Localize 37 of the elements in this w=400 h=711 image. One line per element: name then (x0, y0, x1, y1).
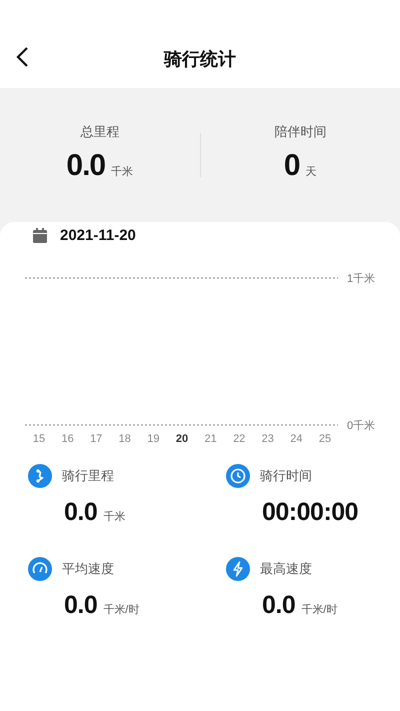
summary-value: 0 (284, 149, 300, 183)
summary-unit: 千米 (111, 165, 134, 179)
summary-label: 陪伴时间 (274, 123, 326, 141)
stat-value: 00:00:00 (262, 498, 358, 527)
calendar-icon[interactable] (32, 228, 48, 244)
lightning-icon (226, 557, 250, 581)
route-icon (28, 464, 52, 488)
day-label[interactable]: 22 (233, 433, 246, 445)
day-label[interactable]: 20 (176, 433, 188, 445)
day-label[interactable]: 23 (262, 433, 274, 445)
day-label[interactable]: 24 (290, 433, 303, 445)
stat-value: 0.0 (262, 591, 296, 620)
summary-unit: 天 (306, 165, 317, 179)
clock-icon (226, 464, 250, 488)
date-label[interactable]: 2021-11-20 (60, 227, 136, 244)
stat-unit: 千米 (103, 510, 126, 524)
stat-label: 骑行时间 (260, 467, 312, 485)
stat-label: 平均速度 (62, 560, 114, 578)
stat-unit: 千米/时 (301, 603, 338, 617)
stat-unit: 千米/时 (103, 603, 140, 617)
stat-value: 0.0 (64, 498, 98, 527)
day-label[interactable]: 18 (118, 433, 131, 445)
summary-value: 0.0 (66, 149, 106, 183)
day-label[interactable]: 19 (147, 433, 160, 445)
axis-label: 0千米 (347, 420, 376, 432)
day-label[interactable]: 16 (61, 433, 74, 445)
stat-value: 0.0 (64, 591, 98, 620)
axis-label: 1千米 (347, 273, 376, 285)
page-title: 骑行统计 (164, 48, 236, 71)
day-label[interactable]: 21 (204, 433, 217, 445)
stat-label: 骑行里程 (62, 467, 114, 485)
stat-label: 最高速度 (260, 560, 312, 578)
gauge-icon (28, 557, 52, 581)
day-label[interactable]: 25 (318, 433, 332, 445)
summary-label: 总里程 (80, 123, 120, 141)
day-label[interactable]: 15 (32, 433, 46, 445)
day-label[interactable]: 17 (90, 433, 102, 445)
